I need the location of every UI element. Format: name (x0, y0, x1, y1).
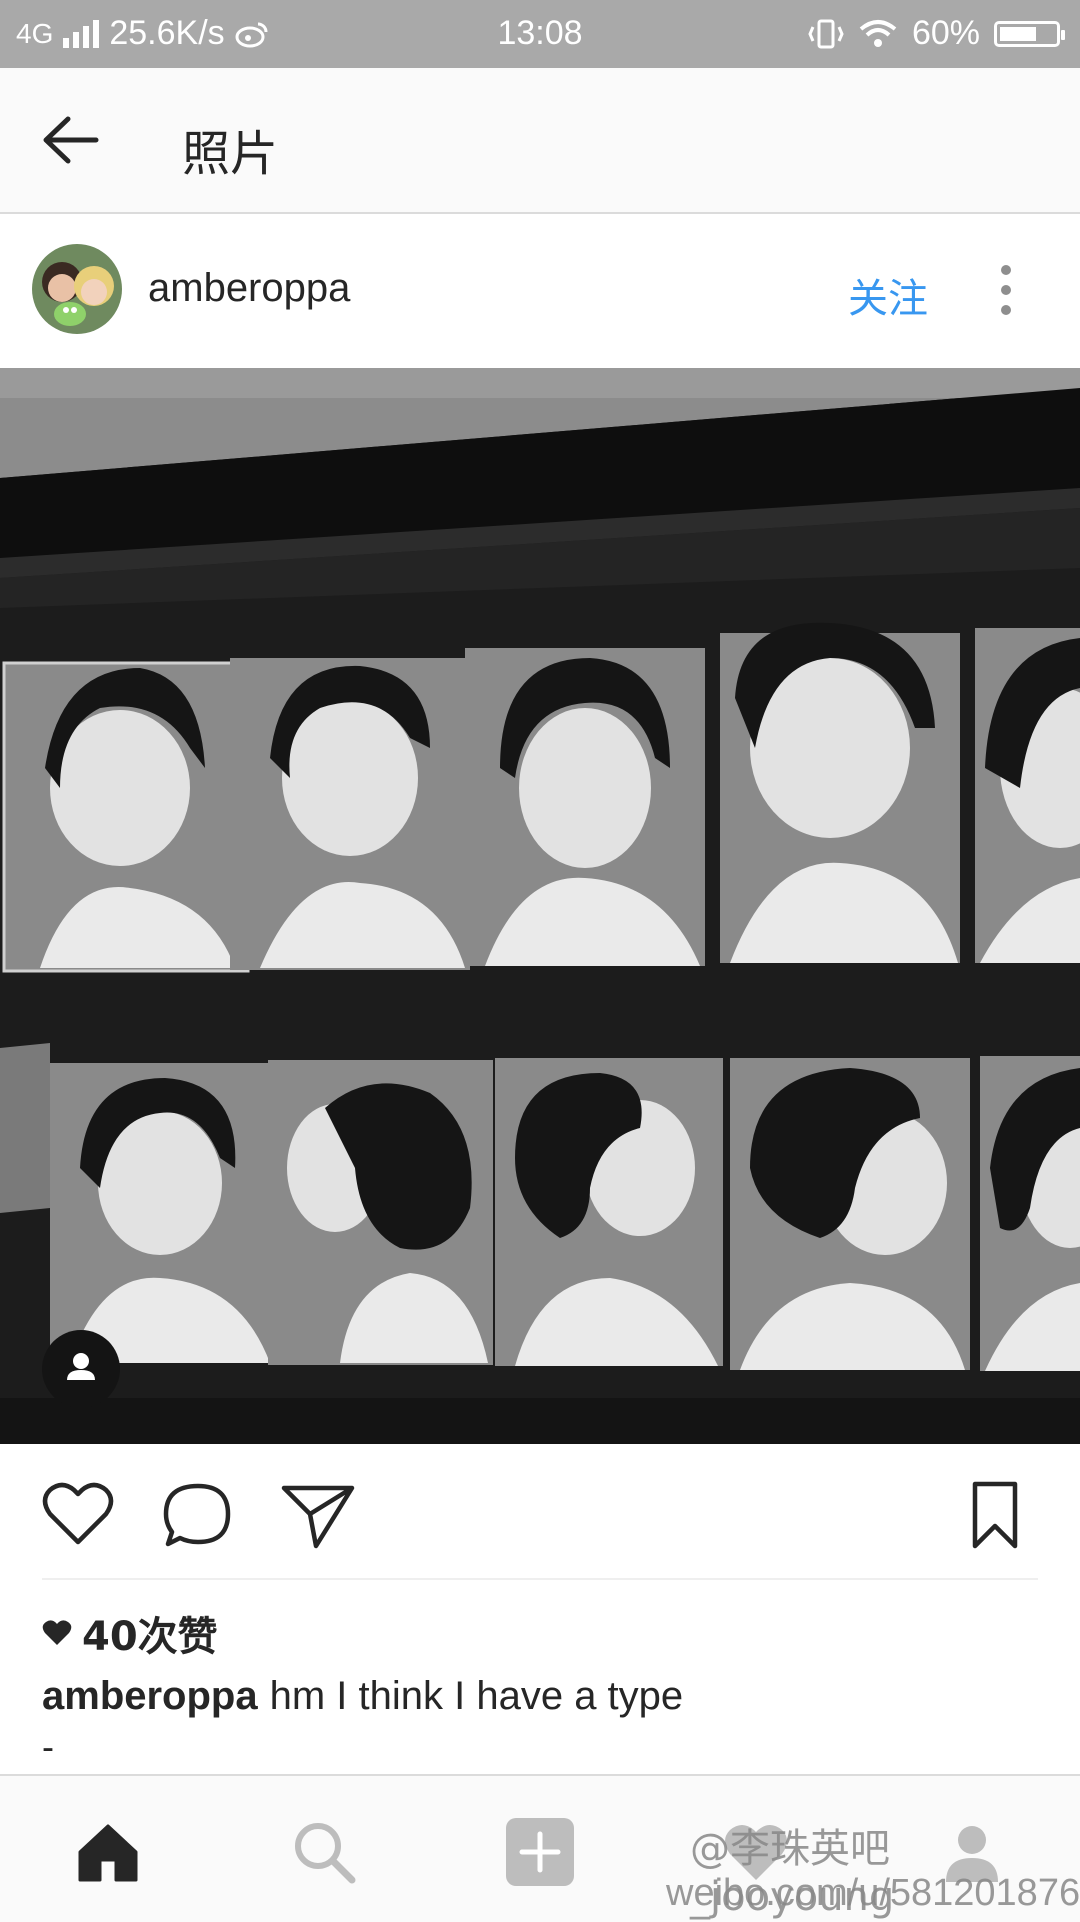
action-bar (0, 1444, 1080, 1578)
back-arrow-icon[interactable] (40, 114, 100, 166)
post-header: amberoppa 关注 (0, 214, 1080, 368)
post-photo[interactable] (0, 368, 1080, 1444)
share-icon[interactable] (280, 1480, 356, 1550)
top-bar: 照片 (0, 68, 1080, 214)
bookmark-icon[interactable] (965, 1480, 1025, 1550)
comment-icon[interactable] (160, 1480, 236, 1550)
caption-username[interactable]: amberoppa (42, 1674, 258, 1718)
battery-icon (994, 20, 1065, 47)
caption-text: hm I think I have a type (269, 1674, 684, 1718)
add-icon[interactable] (504, 1816, 576, 1888)
small-heart-icon (42, 1620, 72, 1645)
likes-count[interactable]: 40次赞 (42, 1604, 218, 1662)
user-tag-button[interactable] (42, 1330, 120, 1408)
person-icon (67, 1353, 95, 1380)
post-username[interactable]: amberoppa (148, 266, 350, 311)
watermark-url: weibo.com/u/5812018766 (666, 1872, 1080, 1914)
likes-label: 40次赞 (82, 1614, 218, 1660)
battery-percent: 60% (911, 14, 980, 52)
caption: amberoppa hm I think I have a type (42, 1674, 683, 1719)
vibrate-icon (808, 19, 844, 48)
wifi-icon (859, 19, 897, 47)
caption-more: - (42, 1726, 54, 1767)
print-row-1 (2, 622, 1080, 973)
heart-icon[interactable] (40, 1480, 116, 1550)
more-options-icon[interactable] (994, 262, 1018, 318)
status-right: 60% (808, 14, 1065, 53)
search-icon[interactable] (288, 1816, 360, 1888)
avatar[interactable] (32, 244, 122, 334)
status-bar: 4G 25.6K/s 13:08 60% (0, 0, 1080, 68)
print-row-2 (0, 1043, 1080, 1371)
divider (42, 1578, 1038, 1580)
home-icon[interactable] (72, 1816, 144, 1888)
follow-button[interactable]: 关注 (848, 266, 928, 324)
page-title: 照片 (182, 126, 279, 182)
